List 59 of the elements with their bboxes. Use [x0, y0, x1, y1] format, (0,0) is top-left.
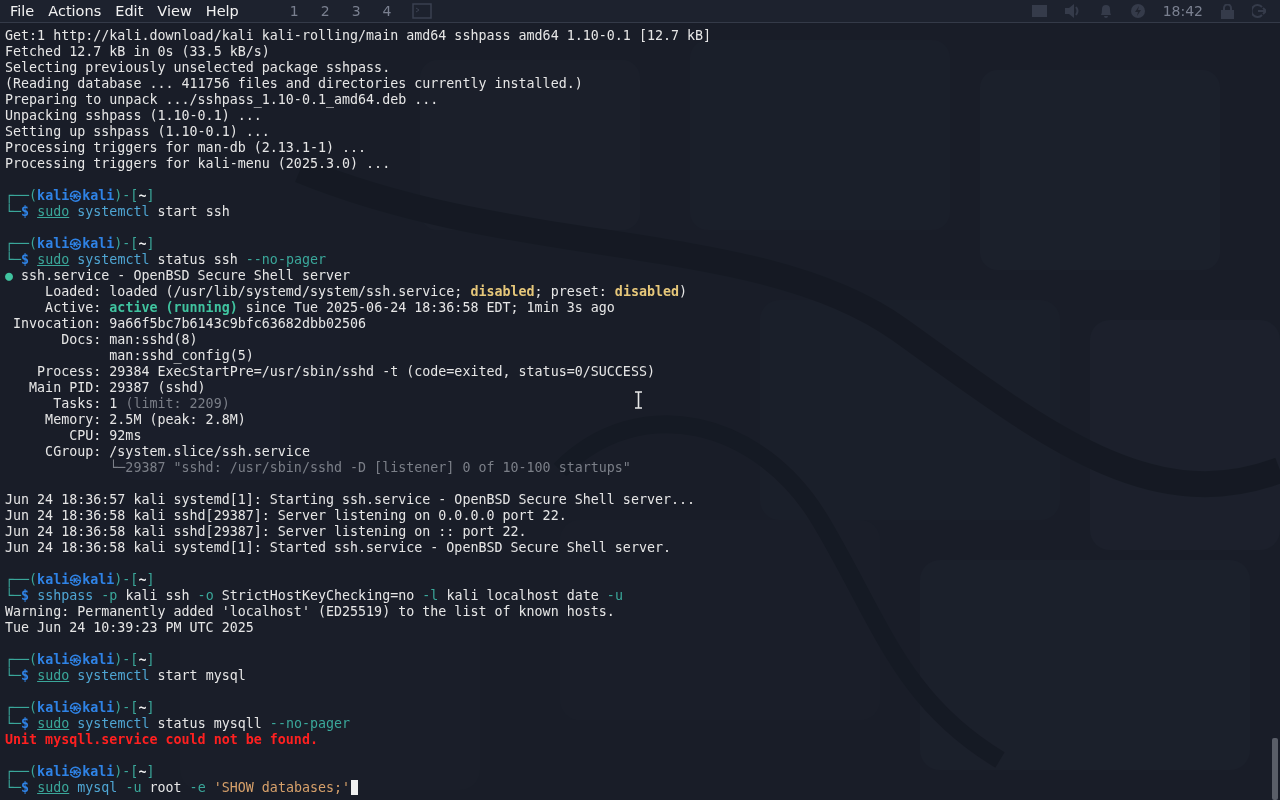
scrollbar-thumb[interactable] [1272, 738, 1278, 800]
output-line: Jun 24 18:36:58 kali sshd[29387]: Server listening on :: port 22. [5, 524, 527, 539]
prompt-line: ┌──(kali㉿kali)-[~] [5, 764, 155, 779]
workspace-button[interactable]: 3 [351, 3, 361, 19]
output-line: Jun 24 18:36:58 kali systemd[1]: Started ssh.service - OpenBSD Secure Shell server. [5, 540, 671, 555]
logout-icon[interactable] [1252, 4, 1266, 18]
clock: 18:42 [1162, 3, 1203, 19]
prompt-line: ┌──(kali㉿kali)-[~] [5, 188, 155, 203]
output-line: Process: 29384 ExecStartPre=/usr/sbin/sshd -t (code=exited, status=0/SUCCESS) [36, 364, 655, 379]
output-line: Setting up sshpass (1.10-0.1) ... [5, 124, 270, 139]
output-line: Unit mysqll.service could not be found. [5, 732, 318, 747]
output-line: Jun 24 18:36:57 kali systemd[1]: Starting ssh.service - OpenBSD Secure Shell server... [5, 492, 696, 507]
power-icon[interactable] [1130, 4, 1145, 18]
prompt-line: ┌──(kali㉿kali)-[~] [5, 236, 155, 251]
command-line: └─$ sudo systemctl start ssh [5, 204, 230, 219]
output-line: man:sshd_config(5) [108, 348, 254, 363]
output-line: Unpacking sshpass (1.10-0.1) ... [5, 108, 262, 123]
output-line: ● ssh.service - OpenBSD Secure Shell server [5, 268, 351, 283]
output-line: (Reading database ... 411756 files and directories currently installed.) [5, 76, 583, 91]
output-line: Docs: man:sshd(8) [60, 332, 198, 347]
menu-item[interactable]: Help [198, 3, 246, 19]
menu-item[interactable]: Edit [108, 3, 151, 19]
output-line: Memory: 2.5M (peak: 2.8M) [44, 412, 246, 427]
workspace-button[interactable]: 1 [289, 3, 299, 19]
menu-item[interactable]: Actions [41, 3, 109, 19]
workspace-button[interactable]: 4 [382, 3, 392, 19]
menu-item[interactable]: View [150, 3, 199, 19]
output-line: Warning: Permanently added 'localhost' (ED25519) to the list of known hosts. [5, 604, 615, 619]
command-line: └─$ sshpass -p kali ssh -o StrictHostKeyChecking=no -l kali localhost date -u [5, 588, 623, 603]
output-line: Invocation: 9a66f5bc7b6143c9bfc63682dbb02506 [12, 316, 367, 331]
output-line: Tue Jun 24 10:39:23 PM UTC 2025 [5, 620, 254, 635]
command-line: └─$ sudo systemctl start mysql [5, 668, 246, 683]
output-line: Active: active (running) since Tue 2025-06-24 18:36:58 EDT; 1min 3s ago [44, 300, 615, 315]
prompt-line: ┌──(kali㉿kali)-[~] [5, 652, 155, 667]
menu-item[interactable]: File [3, 3, 42, 19]
prompt-line: ┌──(kali㉿kali)-[~] [5, 700, 155, 715]
output-line: CGroup: /system.slice/ssh.service [44, 444, 310, 459]
command-line: └─$ sudo mysql -u root -e 'SHOW databases;' [5, 780, 351, 795]
output-line: Loaded: loaded (/usr/lib/systemd/system/ssh.service; disabled; preset: disabled) [44, 284, 688, 299]
bell-icon[interactable] [1098, 4, 1113, 18]
output-line: └─29387 "sshd: /usr/sbin/sshd -D [listener] 0 of 10-100 startups" [108, 460, 631, 475]
output-line: Processing triggers for man-db (2.13.1-1) ... [5, 140, 367, 155]
lock-icon[interactable] [1221, 3, 1234, 19]
output-line: CPU: 92ms [68, 428, 142, 443]
volume-icon[interactable] [1064, 4, 1081, 18]
workspace-button[interactable]: 2 [320, 3, 330, 19]
output-line: Jun 24 18:36:58 kali sshd[29387]: Server listening on 0.0.0.0 port 22. [5, 508, 567, 523]
output-line: Main PID: 29387 (sshd) [28, 380, 206, 395]
output-line: Preparing to unpack .../sshpass_1.10-0.1_amd64.deb ... [5, 92, 439, 107]
prompt-line: ┌──(kali㉿kali)-[~] [5, 572, 155, 587]
output-line: Tasks: 1 (limit: 2209) [52, 396, 230, 411]
output-line: Get:1 http://kali.download/kali kali-rolling/main amd64 sshpass amd64 1.10-0.1 [12.7 kB] [5, 28, 712, 43]
terminal-icon[interactable] [411, 3, 432, 19]
output-line: Fetched 12.7 kB in 0s (33.5 kB/s) [5, 44, 270, 59]
output-line: Selecting previously unselected package sshpass. [5, 60, 391, 75]
command-line: └─$ sudo systemctl status mysqll --no-pager [5, 716, 351, 731]
text-cursor-icon [634, 391, 643, 409]
output-line: Processing triggers for kali-menu (2025.3.0) ... [5, 156, 391, 171]
command-line: └─$ sudo systemctl status ssh --no-pager [5, 252, 327, 267]
